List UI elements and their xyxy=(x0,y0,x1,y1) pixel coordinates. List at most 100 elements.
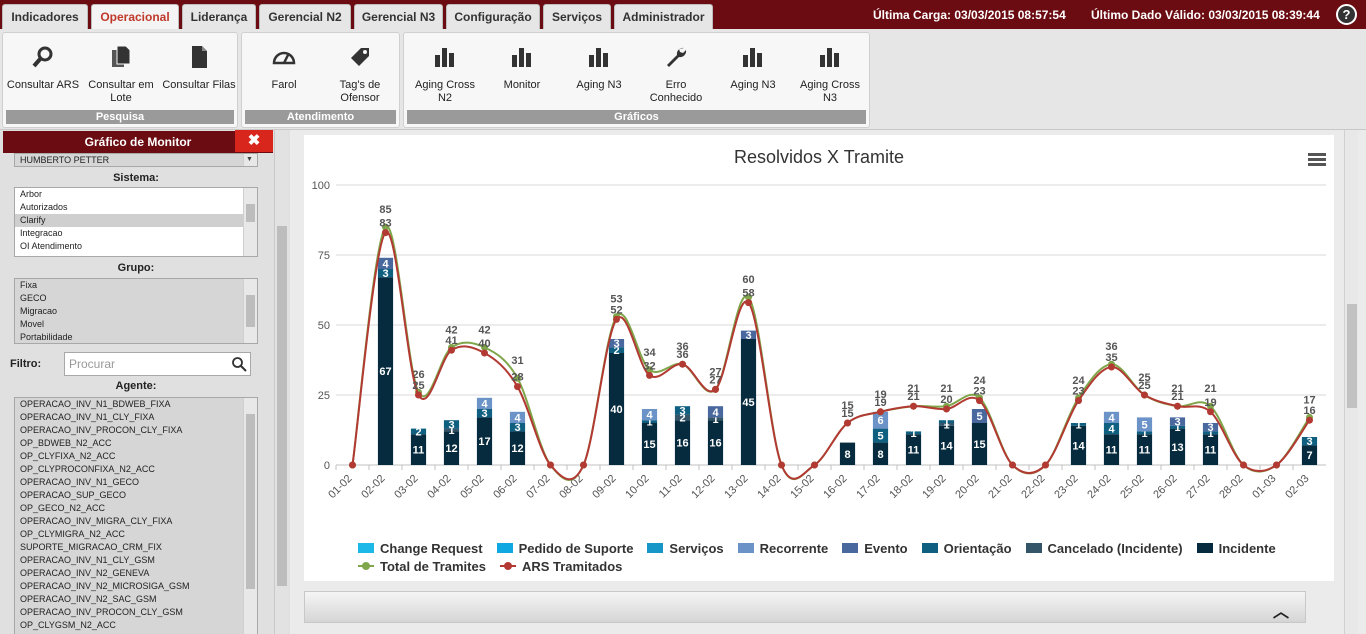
list-item[interactable]: OPERACAO_INV_N2_MICROSIGA_GSM xyxy=(15,580,257,593)
list-item[interactable]: OP_CLYMIGRA_N2_ACC xyxy=(15,528,257,541)
line-point xyxy=(877,408,884,416)
bar-label: 3 xyxy=(745,330,751,342)
line-data-label: 36 xyxy=(676,349,688,361)
monitor-button[interactable]: Monitor xyxy=(484,39,560,107)
list-item[interactable]: Autorizados xyxy=(15,201,257,214)
tab-servicos[interactable]: Serviços xyxy=(543,4,611,29)
legend-item[interactable]: Orientação xyxy=(921,539,1012,557)
grupo-label: Grupo: xyxy=(117,262,155,274)
consultar-ars-label: Consultar ARS xyxy=(6,79,80,91)
bar-label: 12 xyxy=(511,443,523,455)
list-item[interactable]: OPERACAO_SUP_GECO xyxy=(15,489,257,502)
list-item[interactable]: OP_CLYGSM_N2_ACC xyxy=(15,619,257,632)
tab-lideranca[interactable]: Liderança xyxy=(182,4,256,29)
search-icon[interactable] xyxy=(231,356,247,372)
scrollbar[interactable] xyxy=(243,188,257,256)
consultar-filas-button[interactable]: Consultar Filas xyxy=(161,39,237,107)
tab-gerencial-n3[interactable]: Gerencial N3 xyxy=(354,4,443,29)
legend-label: Total de Tramites xyxy=(380,558,486,574)
list-item[interactable]: OPERACAO_INV_N1_CLY_GSM xyxy=(15,554,257,567)
tags-ofensor-button[interactable]: Tag's de Ofensor xyxy=(322,39,398,107)
list-item[interactable]: OP_CLYFIXA_N2_ACC xyxy=(15,450,257,463)
tab-indicadores[interactable]: Indicadores xyxy=(2,4,88,29)
tab-operacional[interactable]: Operacional xyxy=(91,4,179,29)
list-item[interactable]: OP_CLYPROCONFIXA_N2_ACC xyxy=(15,463,257,476)
legend-item[interactable]: Evento xyxy=(842,539,908,557)
line-point xyxy=(1009,461,1016,469)
pesquisa-group-label: Pesquisa xyxy=(6,110,234,124)
grupo-list[interactable]: Fixa GECO Migracao Movel Portabilidade xyxy=(14,278,258,344)
list-item[interactable]: OPERACAO_INV_N2_GENEVA xyxy=(15,567,257,580)
scrollbar[interactable] xyxy=(243,279,257,343)
aging-cross-n3-button[interactable]: Aging Cross N3 xyxy=(792,39,868,107)
scrollbar[interactable]: ▼ xyxy=(243,154,257,166)
bar-label: 8 xyxy=(877,449,883,461)
line-point xyxy=(547,461,554,469)
aging-n3-button[interactable]: Aging N3 xyxy=(561,39,637,107)
bar-label: 11 xyxy=(413,445,425,457)
top-filter-list[interactable]: HUMBERTO PETTER ▼ xyxy=(14,153,258,167)
chevron-up-icon[interactable]: ︿ xyxy=(1273,598,1289,622)
collapse-panel-bar[interactable]: ︿ xyxy=(304,591,1306,623)
list-item[interactable]: OP_BDWEB_N2_ACC xyxy=(15,437,257,450)
aging-cross-n2-label: Aging Cross N2 xyxy=(415,79,475,104)
tab-gerencial-n2[interactable]: Gerencial N2 xyxy=(259,4,351,29)
list-item[interactable]: GECO xyxy=(15,292,257,305)
y-tick-label: 75 xyxy=(318,250,330,262)
aging-n3-secondary-button[interactable]: Aging N3 xyxy=(715,39,791,107)
farol-button[interactable]: Farol xyxy=(246,39,322,107)
legend-item[interactable]: Change Request xyxy=(358,539,483,557)
list-item[interactable]: Arbor xyxy=(15,188,257,201)
erro-conhecido-button[interactable]: Erro Conhecido xyxy=(638,39,714,107)
legend-item[interactable]: Serviços xyxy=(647,539,724,557)
list-item[interactable]: OPERACAO_INV_N1_BDWEB_FIXA xyxy=(15,398,257,411)
list-item[interactable]: OI Atendimento xyxy=(15,240,257,253)
list-item[interactable]: Movel xyxy=(15,318,257,331)
list-item[interactable]: OPERACAO_INV_PROCON_CLY_GSM xyxy=(15,606,257,619)
line-point xyxy=(1207,408,1214,416)
x-tick-label: 02-02 xyxy=(359,473,387,501)
legend-item[interactable]: Pedido de Suporte xyxy=(496,539,633,557)
agente-list[interactable]: OPERACAO_INV_N1_BDWEB_FIXA OPERACAO_INV_N… xyxy=(14,397,258,634)
scrollbar[interactable] xyxy=(243,398,257,634)
line-point xyxy=(1306,416,1313,424)
tab-configuracao[interactable]: Configuração xyxy=(446,4,540,29)
bar-label: 5 xyxy=(1141,419,1147,431)
list-item[interactable]: OPERACAO_INV_N1_GECO xyxy=(15,476,257,489)
list-item[interactable]: HUMBERTO PETTER xyxy=(15,154,257,166)
list-item[interactable]: OPERACAO_INV_N1_CLY_FIXA xyxy=(15,411,257,424)
line-point xyxy=(1108,363,1115,371)
line-point xyxy=(976,397,983,405)
list-item[interactable]: Fixa xyxy=(15,279,257,292)
line-data-label: 83 xyxy=(379,218,391,230)
list-item[interactable]: SUPORTE_MIGRACAO_CRM_FIX xyxy=(15,541,257,554)
aging-cross-n2-button[interactable]: Aging Cross N2 xyxy=(407,39,483,107)
list-item[interactable]: OPERACAO_INV_N2_SAC_GSM xyxy=(15,593,257,606)
consultar-ars-button[interactable]: Consultar ARS xyxy=(5,39,81,107)
list-item[interactable]: Portabilidade xyxy=(15,331,257,343)
legend-item[interactable]: Cancelado (Incidente) xyxy=(1025,539,1183,557)
document-icon xyxy=(192,46,207,68)
tab-administrador[interactable]: Administrador xyxy=(614,4,713,29)
legend-item[interactable]: Recorrente xyxy=(737,539,828,557)
sidebar-scrollbar[interactable] xyxy=(274,130,288,634)
list-item[interactable]: OPERACAO_INV_MIGRA_CLY_FIXA xyxy=(15,515,257,528)
legend-item[interactable]: ARS Tramitados xyxy=(499,557,622,575)
line-point xyxy=(1075,397,1082,405)
list-item[interactable]: OPERACAO_INV_PROCON_CLY_FIXA xyxy=(15,424,257,437)
search-input[interactable]: Procurar xyxy=(64,352,251,376)
consultar-em-lote-button[interactable]: Consultar em Lote xyxy=(83,39,159,107)
help-icon[interactable]: ? xyxy=(1336,4,1357,25)
sistema-list[interactable]: Arbor Autorizados Clarify Integracao OI … xyxy=(14,187,258,257)
line-point xyxy=(481,349,488,357)
line-point xyxy=(1141,391,1148,399)
main-scrollbar[interactable] xyxy=(1344,130,1358,634)
line-point xyxy=(1174,402,1181,410)
close-icon[interactable]: ✖ xyxy=(235,130,273,152)
list-item[interactable]: OP_GECO_N2_ACC xyxy=(15,502,257,515)
legend-item[interactable]: Incidente xyxy=(1196,539,1276,557)
list-item[interactable]: Clarify xyxy=(15,214,257,227)
legend-item[interactable]: Total de Tramites xyxy=(358,557,486,575)
list-item[interactable]: Migracao xyxy=(15,305,257,318)
list-item[interactable]: Integracao xyxy=(15,227,257,240)
